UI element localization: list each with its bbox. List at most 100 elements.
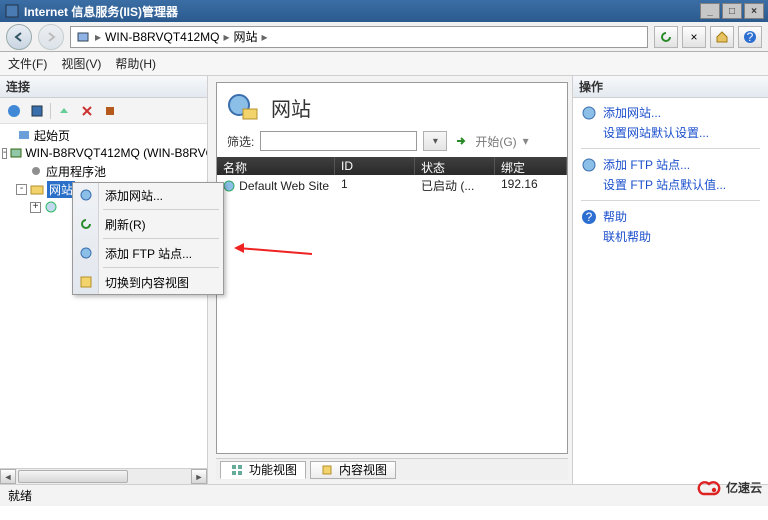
stop-button[interactable]: × (682, 26, 706, 48)
tab-features-label: 功能视图 (249, 461, 297, 478)
connections-header: 连接 (0, 76, 207, 98)
tree-scrollbar-horizontal[interactable]: ◄ ► (0, 468, 207, 484)
ctx-add-site[interactable]: 添加网站... (73, 183, 223, 207)
menubar: 文件(F) 视图(V) 帮助(H) (0, 52, 768, 76)
status-text: 就绪 (8, 487, 32, 504)
cell-binding: 192.16 (495, 177, 567, 194)
address-bar-row: ▸ WIN-B8RVQT412MQ ▸ 网站 ▸ × ? (0, 22, 768, 52)
col-name[interactable]: 名称 (217, 157, 335, 175)
cell-status: 已启动 (... (415, 177, 495, 194)
globe-icon (78, 245, 94, 261)
refresh-button[interactable] (654, 26, 678, 48)
tree-start-page-label: 起始页 (34, 127, 70, 144)
collapse-icon[interactable]: - (2, 148, 7, 159)
ctx-separator (103, 267, 219, 268)
cell-id: 1 (335, 177, 415, 194)
tree-app-pools-label: 应用程序池 (46, 163, 106, 180)
folder-icon (29, 181, 45, 197)
action-add-site[interactable]: 添加网站... (581, 104, 760, 121)
tree-start-page[interactable]: 起始页 (0, 126, 207, 144)
ctx-add-ftp[interactable]: 添加 FTP 站点... (73, 241, 223, 265)
minimize-button[interactable]: _ (700, 3, 720, 19)
refresh-icon (78, 216, 94, 232)
globe-icon (581, 157, 597, 173)
forward-button[interactable] (38, 24, 64, 50)
window-titlebar: Internet 信息服务(IIS)管理器 _ □ × (0, 0, 768, 22)
tree-server-label: WIN-B8RVQT412MQ (WIN-B8RVQT (25, 146, 207, 160)
connect-icon[interactable] (4, 101, 24, 121)
scroll-left-button[interactable]: ◄ (0, 469, 16, 484)
globe-icon (223, 178, 235, 194)
window-title: Internet 信息服务(IIS)管理器 (24, 3, 178, 20)
filter-label: 筛选: (227, 133, 254, 150)
close-button[interactable]: × (744, 3, 764, 19)
stop-icon[interactable] (100, 101, 120, 121)
filter-go-button[interactable]: ▾ (423, 131, 447, 151)
chevron-right-icon: ▸ (262, 30, 268, 44)
tab-features[interactable]: 功能视图 (220, 461, 306, 479)
ctx-add-ftp-label: 添加 FTP 站点... (105, 245, 192, 262)
content-icon (319, 462, 335, 478)
chevron-right-icon: ▸ (224, 30, 230, 44)
table-row[interactable]: Default Web Site 1 已启动 (... 192.16 (217, 175, 567, 196)
action-set-ftp-defaults[interactable]: 设置 FTP 站点默认值... (581, 176, 760, 193)
ctx-refresh[interactable]: 刷新(R) (73, 212, 223, 236)
col-status[interactable]: 状态 (415, 157, 495, 175)
action-add-ftp[interactable]: 添加 FTP 站点... (581, 156, 760, 173)
help-dropdown-button[interactable]: ? (738, 26, 762, 48)
breadcrumb-server[interactable]: WIN-B8RVQT412MQ (105, 30, 219, 44)
watermark-logo-icon (696, 476, 722, 498)
action-help[interactable]: ? 帮助 (581, 208, 760, 225)
action-online-help[interactable]: 联机帮助 (581, 228, 760, 245)
tree-sites-label: 网站 (47, 181, 75, 198)
delete-icon[interactable] (77, 101, 97, 121)
ctx-switch-content[interactable]: 切换到内容视图 (73, 270, 223, 294)
menu-file[interactable]: 文件(F) (8, 55, 47, 72)
scroll-right-button[interactable]: ► (191, 469, 207, 484)
collapse-icon[interactable]: - (16, 184, 27, 195)
app-icon (4, 3, 20, 19)
tree-server[interactable]: - WIN-B8RVQT412MQ (WIN-B8RVQT (0, 144, 207, 162)
tab-content-label: 内容视图 (339, 461, 387, 478)
menu-help[interactable]: 帮助(H) (115, 55, 156, 72)
home-button[interactable] (710, 26, 734, 48)
action-set-site-defaults[interactable]: 设置网站默认设置... (581, 124, 760, 141)
col-binding[interactable]: 绑定 (495, 157, 567, 175)
go-label[interactable]: 开始(G) (475, 133, 516, 150)
save-icon[interactable] (27, 101, 47, 121)
sites-icon (227, 91, 259, 123)
watermark-text: 亿速云 (726, 479, 762, 496)
menu-view[interactable]: 视图(V) (61, 55, 101, 72)
context-menu: 添加网站... 刷新(R) 添加 FTP 站点... 切换到内容视图 (72, 182, 224, 295)
main-panel: 网站 筛选: ▾ 开始(G) ▾ 名称 ID 状态 绑定 Default Web… (208, 76, 573, 484)
chevron-right-icon: ▸ (95, 30, 101, 44)
server-icon (9, 145, 23, 161)
divider (581, 200, 760, 201)
ctx-refresh-label: 刷新(R) (105, 216, 146, 233)
scroll-thumb[interactable] (18, 470, 128, 483)
watermark: 亿速云 (696, 476, 762, 498)
action-add-ftp-label: 添加 FTP 站点... (603, 156, 690, 173)
back-button[interactable] (6, 24, 32, 50)
tree-app-pools[interactable]: 应用程序池 (0, 162, 207, 180)
home-icon (16, 127, 32, 143)
maximize-button[interactable]: □ (722, 3, 742, 19)
cell-name: Default Web Site (239, 179, 329, 193)
connections-toolbar (0, 98, 207, 124)
col-id[interactable]: ID (335, 157, 415, 175)
connections-tree[interactable]: 起始页 - WIN-B8RVQT412MQ (WIN-B8RVQT 应用程序池 … (0, 124, 207, 468)
globe-icon (78, 187, 94, 203)
ctx-add-site-label: 添加网站... (105, 187, 163, 204)
actions-header: 操作 (573, 76, 768, 98)
breadcrumb[interactable]: ▸ WIN-B8RVQT412MQ ▸ 网站 ▸ (70, 26, 648, 48)
expand-icon[interactable]: + (30, 202, 41, 213)
ctx-separator (103, 209, 219, 210)
filter-input[interactable] (260, 131, 417, 151)
breadcrumb-sites[interactable]: 网站 (234, 28, 258, 45)
tab-content[interactable]: 内容视图 (310, 461, 396, 479)
up-icon[interactable] (54, 101, 74, 121)
filter-row: 筛选: ▾ 开始(G) ▾ (217, 127, 567, 157)
action-help-label: 帮助 (603, 208, 627, 225)
content-icon (78, 274, 94, 290)
svg-text:?: ? (586, 210, 593, 224)
